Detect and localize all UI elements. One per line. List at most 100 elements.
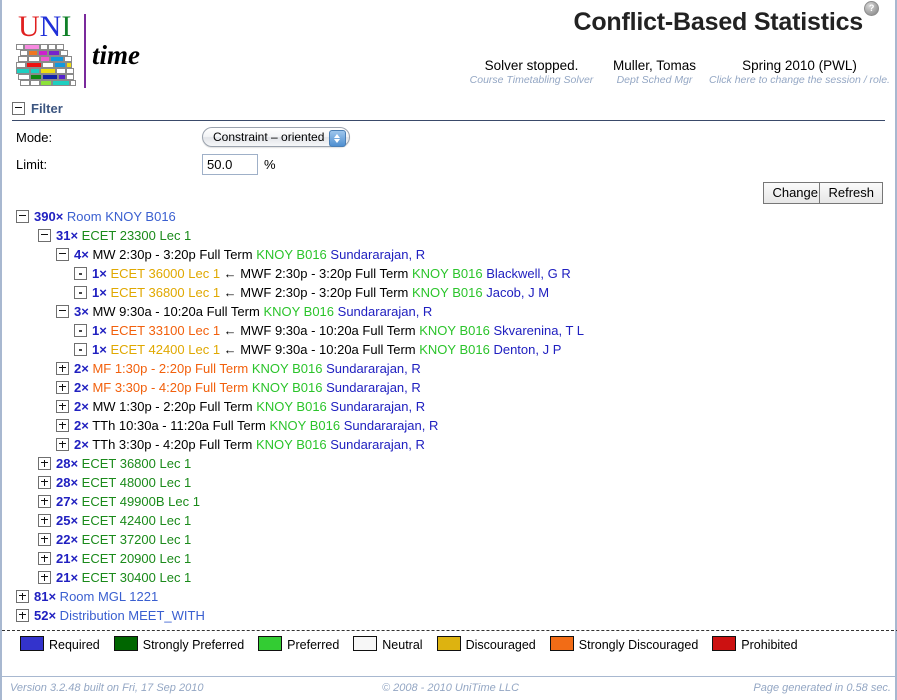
expand-icon[interactable] xyxy=(56,438,69,452)
tree-node[interactable]: 2× MF 3:30p - 4:20p Full Term KNOY B016 … xyxy=(2,378,897,397)
tree-node-text: Jacob, J M xyxy=(486,285,550,300)
conflict-tree: 390× Room KNOY B016 31× ECET 23300 Lec 14… xyxy=(2,207,897,625)
logo-grid-cell xyxy=(20,80,30,86)
tree-node-text: KNOY B016 xyxy=(255,437,327,452)
legend-swatch xyxy=(113,636,138,651)
tree-node-text: KNOY B016 xyxy=(269,418,341,433)
tree-node-count: 25× xyxy=(56,513,79,528)
legend-item: Neutral xyxy=(353,636,423,653)
tree-node-text: Denton, J P xyxy=(493,342,562,357)
tree-node[interactable]: 3× MW 9:30a - 10:20a Full Term KNOY B016… xyxy=(2,302,897,321)
tree-node[interactable]: 4× MW 2:30p - 3:20p Full Term KNOY B016 … xyxy=(2,245,897,264)
tree-node-text: ← MWF 9:30a - 10:20a Full Term xyxy=(220,342,420,357)
tree-node[interactable]: 22× ECET 37200 Lec 1 xyxy=(2,530,897,549)
legend-label: Required xyxy=(49,638,100,652)
page-title-text: Conflict-Based Statistics xyxy=(573,8,863,36)
expand-icon[interactable] xyxy=(16,590,29,604)
expand-icon[interactable] xyxy=(56,419,69,433)
tree-node-count: 81× xyxy=(34,589,57,604)
tree-node[interactable]: 81× Room MGL 1221 xyxy=(2,587,897,606)
tree-node-text: Distribution MEET_WITH xyxy=(56,608,205,623)
solver-status-main: Solver stopped. xyxy=(484,58,579,73)
filter-section-header: Filter xyxy=(12,101,885,121)
expand-icon[interactable] xyxy=(38,552,51,566)
user-role: Dept Sched Mgr xyxy=(616,74,693,86)
tree-node[interactable]: 28× ECET 48000 Lec 1 xyxy=(2,473,897,492)
mode-label: Mode: xyxy=(16,130,53,145)
solver-status-sub: Course Timetabling Solver xyxy=(469,74,594,86)
leaf-icon[interactable] xyxy=(74,343,87,357)
legend-item: Strongly Discouraged xyxy=(549,636,698,653)
expand-icon[interactable] xyxy=(16,609,29,623)
tree-node-text: Sundararajan, R xyxy=(326,361,421,376)
expand-icon[interactable] xyxy=(38,533,51,547)
tree-node[interactable]: 2× TTh 3:30p - 4:20p Full Term KNOY B016… xyxy=(2,435,897,454)
tree-node[interactable]: 27× ECET 49900B Lec 1 xyxy=(2,492,897,511)
tree-node-count: 28× xyxy=(56,456,79,471)
leaf-icon[interactable] xyxy=(74,286,87,300)
tree-node[interactable]: 2× MF 1:30p - 2:20p Full Term KNOY B016 … xyxy=(2,359,897,378)
tree-node-count: 1× xyxy=(92,323,107,338)
page-root: UNI time Conflict-Based Statistics? Solv… xyxy=(0,0,897,700)
logo-timetable-grid xyxy=(16,44,80,88)
expand-icon[interactable] xyxy=(38,476,51,490)
collapse-icon[interactable] xyxy=(56,305,69,319)
expand-icon[interactable] xyxy=(38,571,51,585)
tree-node-text: ← MWF 2:30p - 3:20p Full Term xyxy=(220,285,412,300)
expand-icon[interactable] xyxy=(38,514,51,528)
collapse-icon[interactable] xyxy=(16,210,29,224)
tree-node-count: 22× xyxy=(56,532,79,547)
tree-node-text: Blackwell, G R xyxy=(486,266,571,281)
collapse-icon[interactable] xyxy=(12,102,25,116)
preference-legend: Required Strongly Preferred Preferred Neutr… xyxy=(2,630,897,653)
refresh-button[interactable]: Refresh xyxy=(819,182,883,204)
filter-title-row[interactable]: Filter xyxy=(12,101,885,117)
tree-node-count: 390× xyxy=(34,209,64,224)
logo-divider xyxy=(84,14,86,88)
tree-node[interactable]: 28× ECET 36800 Lec 1 xyxy=(2,454,897,473)
tree-node[interactable]: 31× ECET 23300 Lec 1 xyxy=(2,226,897,245)
tree-node-text: ECET 36000 Lec 1 xyxy=(106,266,221,281)
tree-node-text: ECET 30400 Lec 1 xyxy=(78,570,192,585)
expand-icon[interactable] xyxy=(38,495,51,509)
tree-node-text: Sundararajan, R xyxy=(330,247,426,262)
session-change-link[interactable]: Click here to change the session / role. xyxy=(702,74,897,87)
expand-icon[interactable] xyxy=(38,457,51,471)
tree-node-text: Room MGL 1221 xyxy=(56,589,159,604)
limit-input[interactable] xyxy=(202,154,258,175)
help-icon[interactable]: ? xyxy=(864,0,879,16)
legend-swatch xyxy=(712,636,737,651)
leaf-icon[interactable] xyxy=(74,267,87,281)
mode-select[interactable]: Constraint – oriented xyxy=(202,127,350,147)
session-block[interactable]: Spring 2010 (PWL) Click here to change t… xyxy=(702,58,897,87)
tree-node[interactable]: 2× MW 1:30p - 2:20p Full Term KNOY B016 … xyxy=(2,397,897,416)
tree-node[interactable]: 1× ECET 36800 Lec 1 ← MWF 2:30p - 3:20p … xyxy=(2,283,897,302)
tree-node[interactable]: 1× ECET 36000 Lec 1 ← MWF 2:30p - 3:20p … xyxy=(2,264,897,283)
tree-node[interactable]: 52× Distribution MEET_WITH xyxy=(2,606,897,625)
unitime-logo[interactable]: UNI time xyxy=(16,12,140,88)
tree-node-text: ECET 42400 Lec 1 xyxy=(106,342,221,357)
tree-node-text: Sundararajan, R xyxy=(343,418,439,433)
tree-node[interactable]: 1× ECET 42400 Lec 1 ← MWF 9:30a - 10:20a… xyxy=(2,340,897,359)
change-button[interactable]: Change xyxy=(763,182,827,204)
tree-node-text: ECET 36800 Lec 1 xyxy=(78,456,192,471)
tree-node[interactable]: 25× ECET 42400 Lec 1 xyxy=(2,511,897,530)
collapse-icon[interactable] xyxy=(38,229,51,243)
legend-swatch xyxy=(549,636,574,651)
legend-swatch xyxy=(353,636,378,651)
tree-node-text: ECET 33100 Lec 1 xyxy=(106,323,221,338)
chevron-updown-icon[interactable] xyxy=(329,130,346,147)
leaf-icon[interactable] xyxy=(74,324,87,338)
tree-node-count: 4× xyxy=(74,247,89,262)
tree-node[interactable]: 1× ECET 33100 Lec 1 ← MWF 9:30a - 10:20a… xyxy=(2,321,897,340)
tree-node[interactable]: 21× ECET 20900 Lec 1 xyxy=(2,549,897,568)
tree-node[interactable]: 21× ECET 30400 Lec 1 xyxy=(2,568,897,587)
tree-node-text: MW 1:30p - 2:20p Full Term xyxy=(88,399,257,414)
tree-node[interactable]: 2× TTh 10:30a - 11:20a Full Term KNOY B0… xyxy=(2,416,897,435)
expand-icon[interactable] xyxy=(56,381,69,395)
expand-icon[interactable] xyxy=(56,362,69,376)
tree-node[interactable]: 390× Room KNOY B016 xyxy=(2,207,897,226)
expand-icon[interactable] xyxy=(56,400,69,414)
collapse-icon[interactable] xyxy=(56,248,69,262)
legend-item: Strongly Preferred xyxy=(113,636,244,653)
